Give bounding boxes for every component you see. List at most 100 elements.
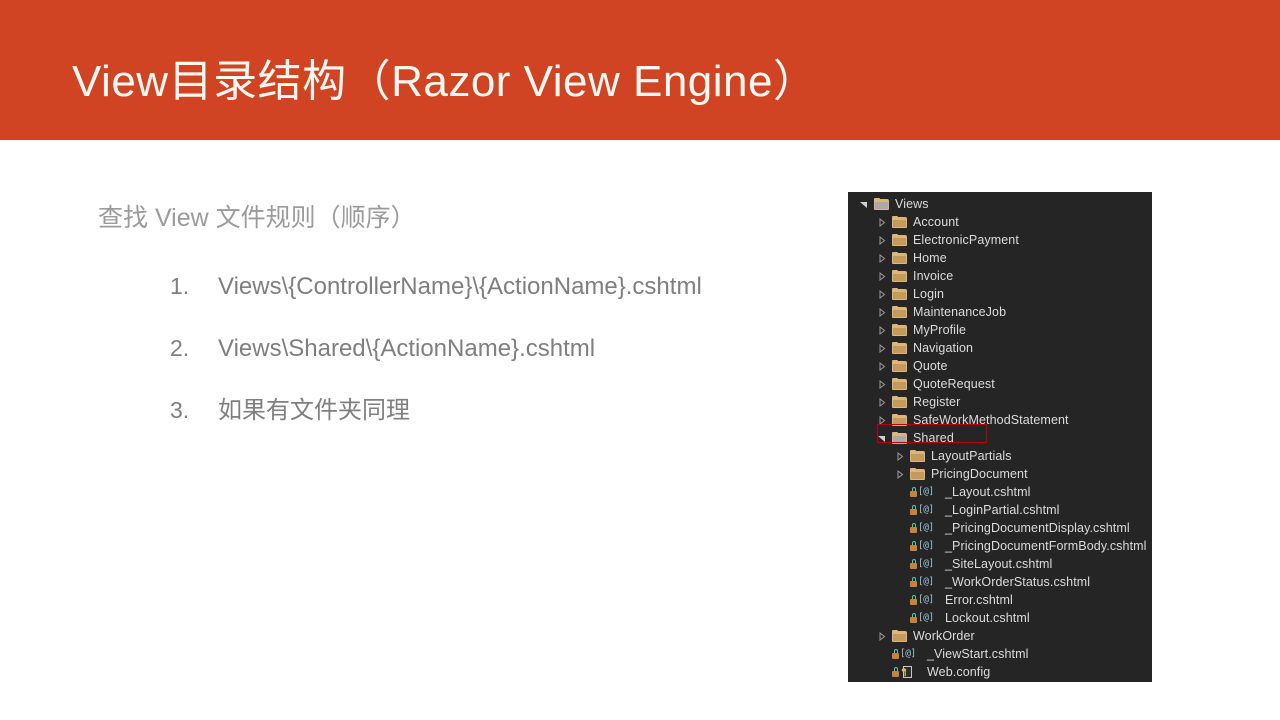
tree-item-lockout-cshtml[interactable]: [@] Lockout.cshtml xyxy=(848,609,1152,627)
tree-item-register[interactable]: Register xyxy=(848,393,1152,411)
chevron-right-icon[interactable] xyxy=(876,375,886,393)
tree-item-viewstart-cshtml[interactable]: [@] _ViewStart.cshtml xyxy=(848,645,1152,663)
chevron-right-icon[interactable] xyxy=(894,465,904,483)
tree-item-label: Home xyxy=(913,251,947,265)
folder-icon xyxy=(892,269,907,283)
tree-item-label: WorkOrder xyxy=(913,629,975,643)
tree-item-maintenancejob[interactable]: MaintenanceJob xyxy=(848,303,1152,321)
tree-item-quoterequest[interactable]: QuoteRequest xyxy=(848,375,1152,393)
folder-icon xyxy=(892,305,907,319)
razor-file-icon: [@] xyxy=(910,611,940,625)
tree-item-label: Web.config xyxy=(927,665,991,679)
razor-file-icon: [@] xyxy=(910,593,940,607)
chevron-down-icon[interactable] xyxy=(876,429,886,447)
tree-item-views[interactable]: Views xyxy=(848,195,1152,213)
tree-item-pricingdocument[interactable]: PricingDocument xyxy=(848,465,1152,483)
chevron-right-icon[interactable] xyxy=(876,285,886,303)
tree-item-web-config[interactable]: Web.config xyxy=(848,663,1152,681)
list-item: 2. Views\Shared\{ActionName}.cshtml xyxy=(170,334,830,364)
folder-icon xyxy=(892,341,907,355)
folder-open-icon xyxy=(874,197,889,211)
tree-item-label: _ViewStart.cshtml xyxy=(927,647,1029,661)
folder-icon xyxy=(892,413,907,427)
folder-icon xyxy=(892,215,907,229)
folder-icon xyxy=(892,359,907,373)
chevron-right-icon[interactable] xyxy=(876,303,886,321)
tree-item-safeworkmethodstatement[interactable]: SafeWorkMethodStatement xyxy=(848,411,1152,429)
list-item-text: Views\Shared\{ActionName}.cshtml xyxy=(218,335,596,362)
tree-item-workorderstatus-cshtml[interactable]: [@] _WorkOrderStatus.cshtml xyxy=(848,573,1152,591)
tree-item-label: _PricingDocumentDisplay.cshtml xyxy=(945,521,1130,535)
chevron-right-icon[interactable] xyxy=(876,213,886,231)
razor-file-icon: [@] xyxy=(910,539,940,553)
tree-item-layoutpartials[interactable]: LayoutPartials xyxy=(848,447,1152,465)
folder-icon xyxy=(910,449,925,463)
chevron-right-icon[interactable] xyxy=(876,393,886,411)
razor-file-icon: [@] xyxy=(910,557,940,571)
razor-file-icon: [@] xyxy=(892,647,922,661)
list-item-number: 1. xyxy=(170,273,190,299)
solution-explorer-panel[interactable]: Views Account ElectronicPayment Home Inv… xyxy=(848,192,1152,682)
tree-item-label: Lockout.cshtml xyxy=(945,611,1030,625)
tree-item-layout-cshtml[interactable]: [@] _Layout.cshtml xyxy=(848,483,1152,501)
tree-item-invoice[interactable]: Invoice xyxy=(848,267,1152,285)
folder-icon xyxy=(892,323,907,337)
chevron-right-icon[interactable] xyxy=(876,267,886,285)
slide-content-area: 查找 View 文件规则（顺序） 1. Views\{ControllerNam… xyxy=(0,140,848,720)
tree-item-label: _SiteLayout.cshtml xyxy=(945,557,1053,571)
tree-item-label: _LoginPartial.cshtml xyxy=(945,503,1060,517)
folder-icon xyxy=(892,233,907,247)
tree-item-label: Login xyxy=(913,287,945,301)
tree-item-label: LayoutPartials xyxy=(931,449,1012,463)
tree-item-error-cshtml[interactable]: [@] Error.cshtml xyxy=(848,591,1152,609)
tree-item-workorder[interactable]: WorkOrder xyxy=(848,627,1152,645)
tree-item-label: Account xyxy=(913,215,959,229)
chevron-right-icon[interactable] xyxy=(876,339,886,357)
list-item: 3. 如果有文件夹同理 xyxy=(170,396,830,426)
tree-item-label: MaintenanceJob xyxy=(913,305,1007,319)
tree-item-electronicpayment[interactable]: ElectronicPayment xyxy=(848,231,1152,249)
tree-item-navigation[interactable]: Navigation xyxy=(848,339,1152,357)
chevron-right-icon[interactable] xyxy=(876,411,886,429)
chevron-right-icon[interactable] xyxy=(876,231,886,249)
folder-icon xyxy=(892,629,907,643)
tree-item-label: QuoteRequest xyxy=(913,377,995,391)
list-item-text: Views\{ControllerName}\{ActionName}.csht… xyxy=(218,273,702,300)
tree-item-label: Error.cshtml xyxy=(945,593,1013,607)
tree-item-label: _PricingDocumentFormBody.cshtml xyxy=(945,539,1147,553)
content-subtitle: 查找 View 文件规则（顺序） xyxy=(98,204,416,232)
tree-item-shared[interactable]: Shared xyxy=(848,429,1152,447)
folder-icon xyxy=(892,287,907,301)
rules-list: 1. Views\{ControllerName}\{ActionName}.c… xyxy=(170,272,830,458)
chevron-right-icon[interactable] xyxy=(876,321,886,339)
tree-item-login[interactable]: Login xyxy=(848,285,1152,303)
slide-header-banner: View目录结构（Razor View Engine） xyxy=(0,0,1280,140)
tree-item-account[interactable]: Account xyxy=(848,213,1152,231)
chevron-right-icon[interactable] xyxy=(876,627,886,645)
chevron-right-icon[interactable] xyxy=(894,447,904,465)
chevron-right-icon[interactable] xyxy=(876,249,886,267)
tree-item-myprofile[interactable]: MyProfile xyxy=(848,321,1152,339)
tree-item-label: Navigation xyxy=(913,341,974,355)
tree-item-loginpartial-cshtml[interactable]: [@] _LoginPartial.cshtml xyxy=(848,501,1152,519)
list-item-number: 2. xyxy=(170,335,190,361)
tree-item-label: _Layout.cshtml xyxy=(945,485,1031,499)
tree-item-pricingdocumentformbody-cshtml[interactable]: [@] _PricingDocumentFormBody.cshtml xyxy=(848,537,1152,555)
folder-icon xyxy=(892,395,907,409)
tree-item-quote[interactable]: Quote xyxy=(848,357,1152,375)
chevron-right-icon[interactable] xyxy=(876,357,886,375)
chevron-down-icon[interactable] xyxy=(858,195,868,213)
razor-file-icon: [@] xyxy=(910,503,940,517)
tree-item-home[interactable]: Home xyxy=(848,249,1152,267)
list-item-text: 如果有文件夹同理 xyxy=(218,397,410,424)
razor-file-icon: [@] xyxy=(910,521,940,535)
tree-item-label: Shared xyxy=(913,431,954,445)
list-item-number: 3. xyxy=(170,397,190,423)
tree-item-pricingdocumentdisplay-cshtml[interactable]: [@] _PricingDocumentDisplay.cshtml xyxy=(848,519,1152,537)
page-title: View目录结构（Razor View Engine） xyxy=(72,57,818,106)
folder-icon xyxy=(892,377,907,391)
tree-item-label: Register xyxy=(913,395,961,409)
folder-icon xyxy=(910,467,925,481)
tree-item-sitelayout-cshtml[interactable]: [@] _SiteLayout.cshtml xyxy=(848,555,1152,573)
tree-item-label: _WorkOrderStatus.cshtml xyxy=(945,575,1091,589)
